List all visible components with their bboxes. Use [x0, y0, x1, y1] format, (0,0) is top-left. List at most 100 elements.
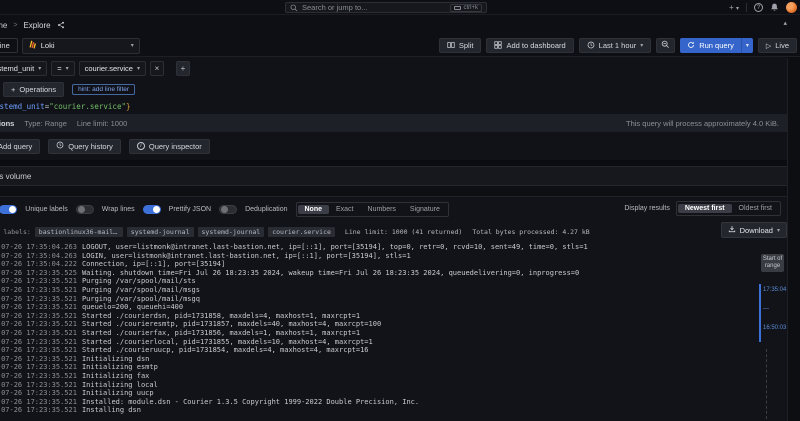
log-timestamp: 2024-07-26 17:23:35.521	[0, 363, 77, 371]
divider	[746, 3, 747, 12]
log-row[interactable]: 2024-07-26 17:23:35.525 Waiting. shutdown…	[0, 269, 787, 278]
log-row[interactable]: 2024-07-26 17:23:35.521 Purging /var/spoo…	[0, 286, 787, 295]
log-row[interactable]: 2024-07-26 17:23:35.521Started ./courier…	[0, 312, 787, 321]
log-message: Started ./courieruucp, pid=1731854, maxd…	[82, 346, 369, 354]
dedup-option-numbers[interactable]: Numbers	[361, 205, 403, 214]
timeline-dashed-track[interactable]	[766, 349, 767, 419]
info-icon: i	[137, 142, 145, 150]
log-timestamp: 2024-07-26 17:23:35.521	[0, 346, 77, 354]
wrap-lines-toggle[interactable]	[143, 205, 161, 214]
common-label-chip: courier.service	[268, 227, 335, 237]
download-button[interactable]: Download ▾	[721, 222, 787, 238]
query-code-value: "courier.service"	[49, 102, 126, 111]
log-row[interactable]: 2024-07-26 17:35:04.222 Connection, ip=[:…	[0, 260, 787, 269]
query-inspector-button[interactable]: i Query inspector	[129, 139, 210, 154]
prettify-json-toggle[interactable]	[219, 205, 237, 214]
log-row[interactable]: 2024-07-26 17:23:35.521Purging /var/spoo…	[0, 295, 787, 304]
timeline-selection-bar[interactable]	[759, 284, 761, 342]
log-timestamp: 2024-07-26 17:35:04.222	[0, 260, 77, 268]
log-message: Initializing fax	[82, 372, 149, 380]
log-row[interactable]: 2024-07-26 17:23:35.521queuelo=200, queu…	[0, 303, 787, 312]
log-timestamp: 2024-07-26 17:23:35.521	[0, 277, 77, 285]
time-toggle[interactable]	[0, 205, 17, 214]
log-row[interactable]: 2024-07-26 17:23:35.521Purging /var/spoo…	[0, 277, 787, 286]
query-options-row[interactable]: Options Type: Range Line limit: 1000 Thi…	[0, 114, 787, 132]
dedup-option-exact[interactable]: Exact	[329, 205, 361, 214]
breadcrumb-current[interactable]: Explore	[23, 21, 50, 30]
log-message: Started ./courieresmtp, pid=1731857, max…	[82, 320, 381, 328]
run-query-dropdown[interactable]: ▾	[741, 38, 753, 53]
outline-button[interactable]: Outline	[0, 38, 18, 53]
log-row[interactable]: 2024-07-26 17:23:35.521Started ./courier…	[0, 338, 787, 347]
log-message: Initializing dsn	[82, 355, 149, 363]
options-label: Options	[0, 119, 14, 128]
dedup-option-signature[interactable]: Signature	[403, 205, 447, 214]
explore-toolbar: Outline Loki ▾ Split	[0, 35, 800, 57]
query-code-label: systemd_unit	[0, 102, 45, 111]
breadcrumb-home[interactable]: Home	[0, 21, 7, 30]
logs-volume-title: Logs volume	[0, 172, 31, 181]
log-row[interactable]: 2024-07-26 17:23:35.521Started ./courier…	[0, 320, 787, 329]
add-to-dashboard-button[interactable]: Add to dashboard	[486, 38, 573, 53]
log-row[interactable]: 2024-07-26 17:35:04.263LOGOUT, user=list…	[0, 243, 787, 252]
remove-filter-button[interactable]: ×	[150, 61, 164, 76]
log-row[interactable]: 2024-07-26 17:23:35.521 Started ./courier…	[0, 346, 787, 355]
datasource-picker[interactable]: Loki ▾	[22, 38, 140, 54]
log-row[interactable]: 2024-07-26 17:23:35.521 Initializing fax	[0, 372, 787, 381]
live-button[interactable]: ▷ Live	[758, 38, 797, 53]
zoom-out-button[interactable]	[656, 38, 675, 53]
unique-labels-toggle[interactable]	[76, 205, 94, 214]
add-query-button[interactable]: + Add query	[0, 139, 40, 154]
log-message: Connection, ip=[::1], port=[35194]	[82, 260, 225, 268]
log-row[interactable]: 2024-07-26 17:23:35.521Initializing uucp	[0, 389, 787, 398]
split-button[interactable]: Split	[439, 38, 482, 53]
log-message: Purging /var/spool/mail/msgs	[82, 286, 200, 294]
log-timestamp: 2024-07-26 17:23:35.521	[0, 398, 77, 406]
total-bytes-stat: Total bytes processed: 4.27 kB	[472, 228, 589, 236]
log-row[interactable]: 2024-07-26 17:35:04.263LOGIN, user=listm…	[0, 252, 787, 261]
time-range-picker[interactable]: Last 1 hour ▾	[579, 38, 652, 53]
logs-volume-panel-header[interactable]: Logs volume	[0, 166, 787, 186]
deduplication-label: Deduplication	[245, 206, 287, 213]
log-list: 2024-07-26 17:35:04.263LOGOUT, user=list…	[0, 243, 787, 415]
log-message: Waiting. shutdown time=Fri Jul 26 18:23:…	[82, 269, 579, 277]
run-query-button[interactable]: Run query ▾	[680, 38, 753, 53]
new-menu-button[interactable]: + ▾	[729, 3, 739, 12]
log-row[interactable]: 2024-07-26 17:23:35.521Initializing loca…	[0, 381, 787, 390]
section-gap	[0, 186, 787, 196]
query-history-button[interactable]: Query history	[48, 139, 121, 154]
keyboard-icon	[454, 6, 461, 10]
search-input[interactable]: Search or jump to... ctrl+k	[285, 2, 487, 13]
log-row[interactable]: 2024-07-26 17:23:35.521Installing dsn	[0, 406, 787, 415]
log-timestamp: 2024-07-26 17:23:35.525	[0, 269, 77, 277]
log-timestamp: 2024-07-26 17:23:35.521	[0, 381, 77, 389]
timeline-start-time: 17:35:04	[763, 287, 787, 294]
toolbar-right-group: Split Add to dashboard Last 1 hour ▾	[439, 38, 797, 53]
grafana-explore-window: Search or jump to... ctrl+k + ▾ ? Home >…	[0, 0, 800, 421]
log-row[interactable]: 2024-07-26 17:23:35.521Started ./courier…	[0, 329, 787, 338]
timeline-times: 17:35:04 — 16:50:03	[763, 287, 787, 344]
log-timestamp: 2024-07-26 17:23:35.521	[0, 372, 77, 380]
log-row[interactable]: 2024-07-26 17:23:35.521Initializing esmt…	[0, 363, 787, 372]
log-row[interactable]: 2024-07-26 17:23:35.521Initializing dsn	[0, 355, 787, 364]
operations-button[interactable]: + Operations	[3, 82, 64, 97]
operator-select[interactable]: =▾	[51, 61, 74, 76]
label-name-select[interactable]: systemd_unit▾	[0, 61, 47, 76]
share-icon[interactable]	[57, 16, 65, 34]
user-avatar[interactable]	[786, 2, 797, 13]
timeline-end-time: 16:50:03	[763, 325, 787, 332]
add-filter-button[interactable]: +	[176, 61, 190, 76]
log-timestamp: 2024-07-26 17:23:35.521	[0, 286, 77, 294]
chevron-up-icon[interactable]: ▴	[783, 19, 787, 27]
log-timestamp: 2024-07-26 17:35:04.263	[0, 252, 77, 260]
panel-right-edge	[787, 58, 800, 421]
refresh-icon	[687, 41, 695, 51]
oldest-first-option[interactable]: Oldest first	[732, 204, 779, 213]
help-icon[interactable]: ?	[754, 3, 763, 12]
query-code-editor[interactable]: {systemd_unit="courier.service"}	[0, 99, 787, 114]
hint-add-line-filter[interactable]: hint: add line filter	[72, 84, 135, 95]
dedup-option-none[interactable]: None	[298, 205, 330, 214]
label-value-select[interactable]: courier.service▾	[79, 61, 146, 76]
log-row[interactable]: 2024-07-26 17:23:35.521Installed: module…	[0, 398, 787, 407]
newest-first-option[interactable]: Newest first	[678, 204, 732, 213]
